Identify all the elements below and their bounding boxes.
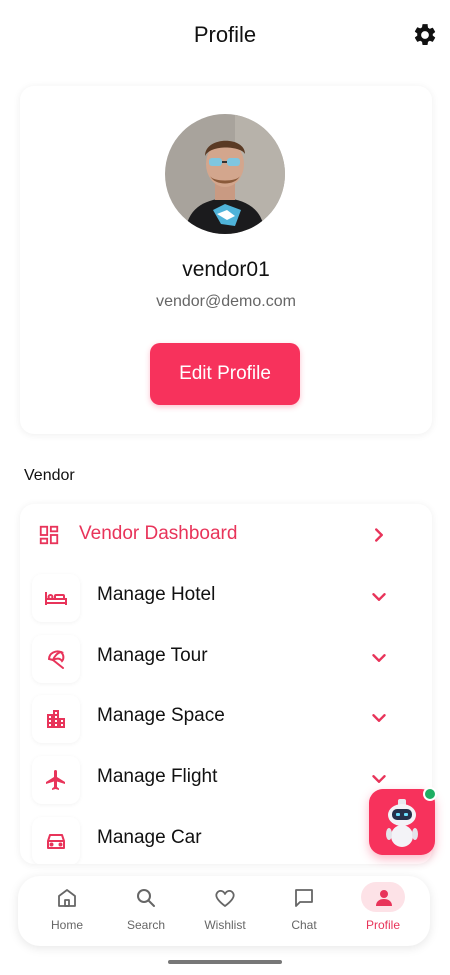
heart-icon (215, 889, 235, 907)
edit-profile-button[interactable]: Edit Profile (150, 343, 300, 405)
gear-icon (414, 24, 436, 45)
nav-label: Wishlist (204, 918, 246, 932)
profile-email: vendor@demo.com (156, 293, 296, 310)
profile-card: vendor01 vendor@demo.com Edit Profile (20, 86, 432, 434)
section-title-vendor: Vendor (24, 467, 75, 484)
chevron-right-icon (375, 528, 383, 542)
car-icon (47, 834, 65, 849)
settings-button[interactable] (412, 22, 438, 48)
menu-item-icon-box (32, 574, 80, 622)
menu-item-icon-box (32, 695, 80, 743)
nav-label: Home (50, 918, 83, 932)
menu-item-manage-hotel[interactable]: Manage Hotel (20, 566, 432, 626)
menu-item-label: Manage Tour (97, 645, 208, 666)
nav-label: Chat (291, 918, 317, 932)
bottom-navigation: Home Search Wishlist Chat Profile (18, 876, 430, 946)
nav-item-home[interactable]: Home (28, 876, 106, 946)
chevron-down-icon (372, 593, 386, 601)
chevron-down-icon (372, 775, 386, 783)
menu-item-label: Manage Flight (97, 766, 218, 787)
online-status-dot (423, 787, 437, 801)
menu-item-label: Vendor Dashboard (79, 523, 238, 544)
avatar-photo (165, 114, 285, 234)
nav-item-wishlist[interactable]: Wishlist (186, 876, 264, 946)
chat-icon (295, 889, 313, 907)
nav-item-chat[interactable]: Chat (265, 876, 343, 946)
building-icon (47, 710, 65, 728)
home-indicator (168, 960, 282, 964)
chevron-down-icon (372, 654, 386, 662)
top-app-bar: Profile (0, 0, 450, 74)
profile-username: vendor01 (182, 258, 270, 281)
airplane-icon (46, 770, 65, 790)
nav-label: Search (126, 918, 166, 932)
menu-item-icon-box (32, 635, 80, 683)
menu-item-icon-box (32, 817, 80, 864)
menu-item-label: Manage Space (97, 705, 225, 726)
nav-item-profile[interactable]: Profile (344, 876, 422, 946)
bed-icon (45, 592, 67, 605)
menu-item-vendor-dashboard[interactable]: Vendor Dashboard (20, 504, 432, 564)
page-title: Profile (193, 22, 257, 47)
person-icon (376, 890, 392, 906)
avatar[interactable] (165, 114, 285, 234)
menu-item-manage-tour[interactable]: Manage Tour (20, 627, 432, 687)
menu-item-label: Manage Hotel (97, 584, 216, 605)
nav-label: Profile (365, 918, 400, 932)
nav-item-search[interactable]: Search (107, 876, 185, 946)
menu-item-manage-space[interactable]: Manage Space (20, 687, 432, 747)
dashboard-icon (39, 525, 59, 545)
search-icon (137, 889, 155, 907)
chevron-down-icon (372, 714, 386, 722)
menu-item-label: Manage Car (97, 827, 202, 848)
menu-item-icon-box (32, 756, 80, 804)
home-icon (58, 889, 76, 907)
umbrella-icon (47, 650, 65, 669)
